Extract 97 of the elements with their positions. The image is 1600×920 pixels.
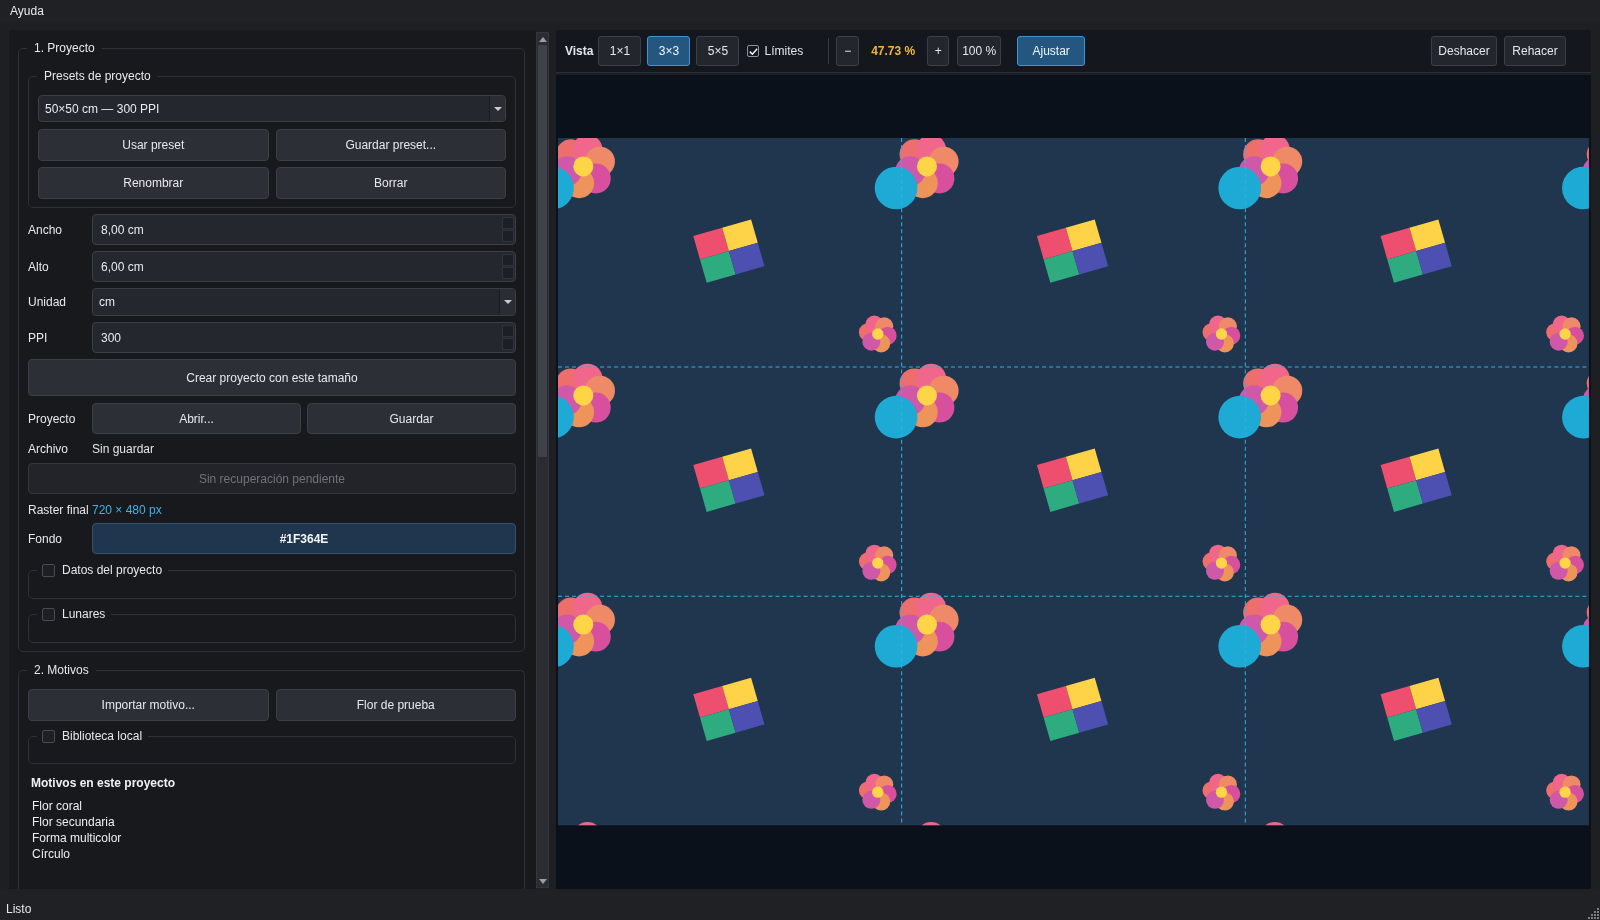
- group-title: 1. Proyecto: [33, 40, 96, 56]
- preset-dropdown[interactable]: 50×50 cm — 300 PPI: [38, 95, 506, 122]
- use-preset-button[interactable]: Usar preset: [38, 129, 269, 161]
- circle-motif: [558, 396, 574, 439]
- small-flower-drawing: [858, 315, 897, 353]
- field-label: Ancho: [28, 222, 64, 237]
- view-grid-button[interactable]: 1×1: [598, 36, 642, 66]
- delete-button[interactable]: Borrar: [275, 167, 506, 199]
- import-motif-button[interactable]: Importar motivo...: [28, 689, 269, 721]
- up-arrow-icon: [538, 36, 547, 42]
- status-text: Listo: [6, 901, 32, 917]
- checkbox[interactable]: [42, 729, 55, 743]
- group-title: Presets de proyecto: [43, 68, 152, 84]
- spin-up-button[interactable]: [502, 217, 514, 229]
- small-flower-drawing: [1202, 774, 1241, 811]
- save-button[interactable]: Guardar: [307, 403, 516, 434]
- save-preset-button[interactable]: Guardar preset...: [275, 129, 506, 161]
- circle-motif: [1218, 167, 1262, 210]
- field-label: Fondo: [28, 531, 64, 546]
- small-flower-drawing: [1546, 545, 1584, 582]
- group-title: 2. Motivos: [33, 662, 90, 678]
- spin-up-button[interactable]: [502, 254, 514, 266]
- actual-size-button[interactable]: 100 %: [957, 36, 1002, 66]
- list-heading: Motivos en este proyecto: [30, 775, 177, 792]
- ppi-field[interactable]: 300: [92, 322, 516, 353]
- spin-down-button[interactable]: [502, 267, 514, 279]
- flower-petal-drawing: [921, 822, 941, 826]
- field-label: Unidad: [28, 295, 68, 309]
- resize-grip-icon: [1588, 908, 1599, 919]
- height-field[interactable]: 6,00 cm: [92, 251, 516, 282]
- circle-motif: [1218, 396, 1262, 439]
- small-flower-drawing: [1202, 315, 1241, 353]
- circle-motif: [874, 396, 918, 439]
- spin-down-button[interactable]: [502, 230, 514, 242]
- small-flower-drawing: [1546, 315, 1584, 353]
- circle-motif: [1562, 625, 1589, 668]
- small-flower-drawing: [1546, 774, 1584, 811]
- small-flower-drawing: [858, 545, 897, 582]
- sample-flower-button[interactable]: Flor de prueba: [275, 689, 516, 721]
- zoom-level-text: 47.73 %: [871, 44, 916, 58]
- redo-button[interactable]: Rehacer: [1504, 36, 1566, 66]
- create-project-button[interactable]: Crear proyecto con este tamaño: [28, 359, 516, 396]
- flower-petal-drawing: [578, 822, 597, 826]
- group-title: Biblioteca local: [62, 728, 143, 744]
- checkmark-icon: [748, 47, 758, 55]
- view-grid-button[interactable]: 3×3: [647, 36, 691, 66]
- circle-motif: [1218, 625, 1262, 668]
- small-flower-drawing: [1202, 545, 1241, 582]
- flower-petal-drawing: [1265, 822, 1285, 826]
- field-label: Alto: [28, 259, 50, 274]
- view-grid-button[interactable]: 5×5: [696, 36, 740, 66]
- four-square-drawing: [1380, 448, 1452, 513]
- circle-motif: [1562, 396, 1589, 439]
- raster-size-text: 720 × 480 px: [92, 503, 162, 517]
- width-field[interactable]: 8,00 cm: [92, 214, 516, 245]
- field-label: PPI: [28, 330, 49, 345]
- four-square-drawing: [693, 219, 765, 284]
- rename-button[interactable]: Renombrar: [38, 167, 269, 199]
- caret-icon: [493, 106, 502, 111]
- group-title: Lunares: [62, 606, 106, 622]
- open-button[interactable]: Abrir...: [92, 403, 301, 434]
- toolbar-label: Vista: [565, 44, 594, 58]
- field-label: Proyecto: [28, 411, 77, 426]
- zoom-in-button[interactable]: +: [927, 36, 950, 66]
- motif-list-item[interactable]: Flor secundaria: [32, 814, 516, 830]
- caret-icon: [503, 300, 512, 304]
- spin-down-button[interactable]: [502, 338, 514, 350]
- motif-list-item[interactable]: Forma multicolor: [32, 830, 516, 846]
- unit-dropdown[interactable]: cm: [92, 288, 516, 316]
- four-square-drawing: [1380, 677, 1452, 742]
- checkbox[interactable]: [42, 607, 55, 621]
- down-arrow-icon: [538, 878, 547, 884]
- menu-item[interactable]: Ayuda: [10, 3, 44, 19]
- circle-motif: [874, 167, 918, 210]
- circle-motif: [874, 625, 918, 668]
- field-label: Raster final: [28, 503, 90, 517]
- checkbox[interactable]: [42, 563, 55, 577]
- circle-motif: [1562, 167, 1589, 210]
- fit-button[interactable]: Ajustar: [1017, 36, 1086, 66]
- four-square-drawing: [1380, 219, 1452, 284]
- zoom-out-button[interactable]: −: [836, 36, 860, 66]
- circle-motif: [558, 625, 574, 668]
- checkbox[interactable]: [747, 45, 760, 57]
- checkbox-label[interactable]: Límites: [764, 44, 804, 58]
- motif-list-item[interactable]: Flor coral: [32, 798, 516, 814]
- file-status-text: Sin guardar: [92, 442, 155, 456]
- motif-list-item[interactable]: Círculo: [32, 846, 516, 862]
- background-color-button[interactable]: #1F364E: [92, 523, 516, 554]
- group-title: Datos del proyecto: [62, 562, 163, 578]
- field-label: Archivo: [28, 442, 69, 456]
- small-flower-drawing: [858, 774, 897, 811]
- four-square-drawing: [693, 677, 765, 742]
- undo-button[interactable]: Deshacer: [1431, 36, 1497, 66]
- spin-up-button[interactable]: [502, 325, 514, 337]
- circle-motif: [558, 167, 574, 209]
- scrollbar[interactable]: [536, 32, 549, 888]
- four-square-drawing: [693, 448, 765, 513]
